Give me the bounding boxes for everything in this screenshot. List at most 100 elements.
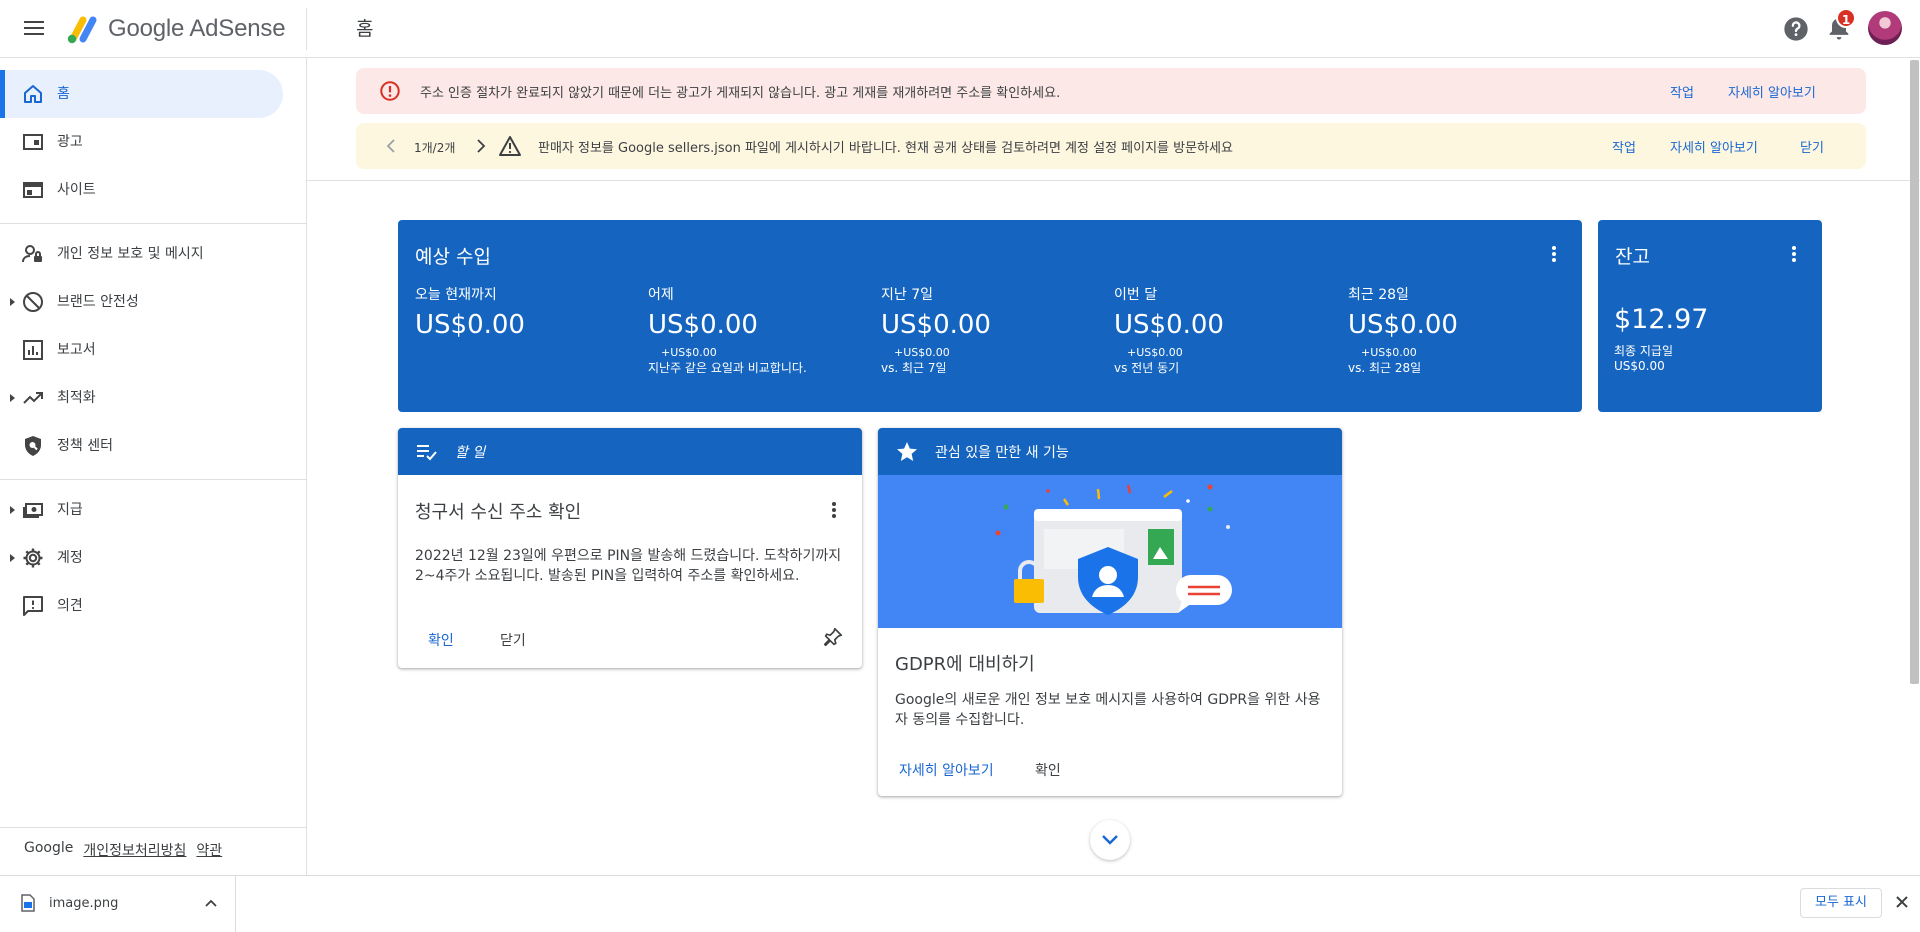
page-title: 홈 (356, 18, 374, 40)
sidebar-nav: 홈 광고 사이트 개인 정보 보호 및 메시지 브랜드 안전성 보고서 최적화 … (0, 58, 307, 875)
todo-dismiss-button[interactable]: 닫기 (500, 630, 526, 650)
payments-icon (23, 503, 43, 518)
sellers-alert-action-button[interactable]: 작업 (1612, 137, 1636, 156)
gdpr-illustration (878, 475, 1342, 628)
footer-brand: Google (24, 840, 74, 856)
sidebar-item-account[interactable]: 계정 (0, 534, 283, 582)
stat-delta: +US$0.00 (1127, 346, 1183, 359)
sidebar-item-privacy-messaging[interactable]: 개인 정보 보호 및 메시지 (0, 230, 283, 278)
stat-comparison: vs. 최근 7일 (881, 361, 947, 375)
earnings-more-icon[interactable] (1544, 244, 1564, 264)
home-icon (24, 85, 42, 103)
help-icon[interactable] (1782, 15, 1810, 43)
address-alert-learn-more-button[interactable]: 자세히 알아보기 (1728, 82, 1816, 101)
sites-icon (23, 182, 43, 198)
stat-label: 이번 달 (1114, 287, 1158, 303)
balance-card-title: 잔고 (1615, 246, 1650, 268)
chevron-up-icon[interactable] (205, 898, 217, 908)
sidebar-footer-divider (0, 827, 307, 828)
stat-value: US$0.00 (1114, 310, 1224, 340)
alert-pager: 1개/2개 (414, 141, 456, 155)
feature-confirm-button[interactable]: 확인 (1035, 760, 1061, 780)
sidebar-item-reports[interactable]: 보고서 (0, 326, 283, 374)
feature-card-header: 관심 있을 만한 새 기능 (878, 428, 1342, 475)
stat-label: 지난 7일 (881, 287, 933, 303)
sidebar-item-label: 최적화 (57, 390, 96, 406)
block-icon (23, 292, 43, 312)
expand-caret-icon[interactable] (10, 506, 15, 514)
sidebar-item-feedback[interactable]: 의견 (0, 582, 283, 630)
expand-caret-icon[interactable] (10, 554, 15, 562)
address-alert-action-button[interactable]: 작업 (1670, 82, 1694, 101)
scroll-down-button[interactable] (1090, 820, 1130, 860)
chevron-left-icon[interactable] (386, 139, 396, 153)
show-all-downloads-button[interactable]: 모두 표시 (1800, 888, 1882, 918)
sidebar-item-brand-safety[interactable]: 브랜드 안전성 (0, 278, 283, 326)
balance-more-icon[interactable] (1784, 244, 1804, 264)
close-icon[interactable] (1894, 894, 1910, 910)
stat-label: 오늘 현재까지 (415, 287, 497, 303)
page-scrollbar[interactable] (1910, 60, 1919, 684)
header-divider (306, 8, 307, 50)
checklist-icon (417, 445, 437, 461)
chevron-down-icon (1102, 835, 1118, 845)
notification-count-badge: 1 (1836, 8, 1856, 28)
stat-value: US$0.00 (415, 310, 525, 340)
todo-confirm-button[interactable]: 확인 (428, 630, 454, 650)
sidebar-item-sites[interactable]: 사이트 (0, 166, 283, 214)
feature-learn-more-button[interactable]: 자세히 알아보기 (899, 760, 994, 780)
stat-comparison: vs. 최근 28일 (1348, 361, 1422, 375)
todo-card-title: 청구서 수신 주소 확인 (415, 502, 582, 523)
bar-chart-icon (23, 340, 43, 360)
last-payment-label: 최종 지급일 (1614, 344, 1674, 358)
sidebar-item-label: 지급 (57, 502, 83, 518)
sidebar-item-label: 개인 정보 보호 및 메시지 (57, 246, 204, 262)
stat-value: US$0.00 (1348, 310, 1458, 340)
main-menu-icon[interactable] (22, 17, 46, 41)
stat-last-7-days: 지난 7일 US$0.00 +US$0.00 vs. 최근 7일 (881, 284, 991, 376)
policy-shield-icon (25, 436, 41, 456)
sidebar-divider (0, 479, 307, 480)
sidebar-item-label: 계정 (57, 550, 83, 566)
sellers-alert-learn-more-button[interactable]: 자세히 알아보기 (1670, 137, 1758, 156)
address-alert-message: 주소 인증 절차가 완료되지 않았기 때문에 더는 광고가 게재되지 않습니다.… (420, 86, 1061, 101)
pin-icon[interactable] (822, 626, 844, 648)
new-feature-card: 관심 있을 만한 새 기능 GDPR에 대비하기 Google의 새로운 개인 … (878, 428, 1342, 796)
stat-delta: +US$0.00 (1361, 346, 1417, 359)
stat-yesterday: 어제 US$0.00 +US$0.00 지난주 같은 요일과 비교합니다. (648, 284, 807, 376)
feature-card-body: Google의 새로운 개인 정보 보호 메시지를 사용하여 GDPR을 위한 … (895, 692, 1321, 728)
address-verification-alert: 주소 인증 절차가 완료되지 않았기 때문에 더는 광고가 게재되지 않습니다.… (356, 68, 1866, 114)
adsense-logo[interactable]: Google AdSense (64, 10, 286, 48)
feature-card-header-label: 관심 있을 만한 새 기능 (935, 445, 1069, 461)
chevron-right-icon[interactable] (476, 139, 486, 153)
sidebar-item-label: 정책 센터 (57, 438, 113, 454)
sidebar-item-payments[interactable]: 지급 (0, 486, 283, 534)
product-name: Google AdSense (108, 15, 286, 42)
image-file-icon (21, 894, 35, 912)
sidebar-item-home[interactable]: 홈 (0, 70, 283, 118)
sidebar-item-label: 홈 (57, 86, 70, 102)
top-app-bar: Google AdSense 홈 1 (0, 0, 1920, 58)
feedback-icon (23, 596, 43, 616)
sellers-alert-dismiss-button[interactable]: 닫기 (1800, 137, 1824, 156)
sidebar-item-label: 브랜드 안전성 (57, 294, 139, 310)
privacy-policy-link[interactable]: 개인정보처리방침 (83, 840, 186, 860)
stat-value: US$0.00 (881, 310, 991, 340)
sidebar-item-policy-center[interactable]: 정책 센터 (0, 422, 283, 470)
adsense-logo-icon (67, 16, 97, 44)
sidebar-item-label: 사이트 (57, 182, 96, 198)
todo-card-body: 2022년 12월 23일에 우편으로 PIN을 발송해 드렸습니다. 도착하기… (415, 548, 842, 584)
expand-caret-icon[interactable] (10, 298, 15, 306)
downloads-bar: image.png 모두 표시 (0, 875, 1920, 932)
expand-caret-icon[interactable] (10, 394, 15, 402)
sidebar-item-optimization[interactable]: 최적화 (0, 374, 283, 422)
todo-more-icon[interactable] (824, 500, 844, 520)
sidebar-item-label: 보고서 (57, 342, 96, 358)
stat-last-28-days: 최근 28일 US$0.00 +US$0.00 vs. 최근 28일 (1348, 284, 1458, 376)
sidebar-item-ads[interactable]: 광고 (0, 118, 283, 166)
stat-label: 최근 28일 (1348, 287, 1409, 303)
terms-link[interactable]: 약관 (196, 840, 222, 860)
account-avatar[interactable] (1868, 11, 1902, 45)
download-item[interactable]: image.png (0, 876, 236, 932)
stat-label: 어제 (648, 287, 674, 303)
